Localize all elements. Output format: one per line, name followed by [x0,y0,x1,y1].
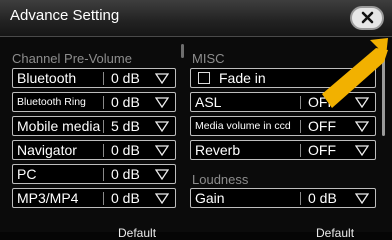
misc-row-media-volume-in-ccd[interactable]: Media volume in ccd OFF [190,116,376,136]
row-value: 0 dB [111,94,140,110]
row-label: Navigator [17,142,77,158]
row-value: 5 dB [111,118,140,134]
row-divider [300,120,301,133]
channel-row-pc[interactable]: PC 0 dB [12,164,176,184]
row-label: Mobile media [17,118,101,134]
close-button[interactable] [350,6,384,30]
channel-row-bluetooth[interactable]: Bluetooth 0 dB [12,68,176,88]
right-default-text[interactable]: Default [316,226,354,240]
row-divider [103,192,104,205]
row-divider [103,120,104,133]
row-label: Reverb [195,142,241,158]
section-misc: MISC [192,51,225,66]
row-label: Bluetooth Ring [17,96,86,108]
misc-row-reverb[interactable]: Reverb OFF [190,140,376,160]
channel-row-mobile-media[interactable]: Mobile media 5 dB [12,116,176,136]
row-divider [300,96,301,109]
fade-in-label: Fade in [219,70,266,86]
dropdown-triangle-icon[interactable] [355,121,369,132]
row-divider [300,192,301,205]
row-label: ASL [195,94,222,110]
row-divider [103,96,104,109]
row-label: MP3/MP4 [17,190,79,206]
row-value: 0 dB [111,142,140,158]
row-divider [300,144,301,157]
row-value: 0 dB [111,190,140,206]
channel-pre-volume-panel: Channel Pre-Volume Bluetooth 0 dB Blueto… [0,38,184,234]
row-divider [103,144,104,157]
section-channel-pre-volume: Channel Pre-Volume [12,51,132,66]
row-label: Bluetooth [17,70,77,86]
dropdown-triangle-icon[interactable] [355,193,369,204]
row-value: OFF [308,118,336,134]
dropdown-triangle-icon[interactable] [155,121,169,132]
close-icon [361,11,374,24]
annotation-arrow-icon [322,38,388,108]
dropdown-triangle-icon[interactable] [155,145,169,156]
left-scrollbar[interactable] [181,44,184,58]
dropdown-triangle-icon[interactable] [155,193,169,204]
section-loudness: Loudness [192,172,249,187]
left-default-text[interactable]: Default [118,226,156,240]
dropdown-triangle-icon[interactable] [155,73,169,84]
row-label: PC [17,166,37,182]
channel-row-mp3-mp4[interactable]: MP3/MP4 0 dB [12,188,176,208]
channel-row-bluetooth-ring[interactable]: Bluetooth Ring 0 dB [12,92,176,112]
row-value: 0 dB [111,70,140,86]
page-title: Advance Setting [10,7,120,24]
row-label: Media volume in ccd [195,120,291,132]
dropdown-triangle-icon[interactable] [355,145,369,156]
row-value: OFF [308,142,336,158]
title-bar: Advance Setting [0,0,392,37]
dropdown-triangle-icon[interactable] [155,97,169,108]
row-divider [103,72,104,85]
row-value: 0 dB [308,190,337,206]
row-label: Gain [195,190,225,206]
channel-row-navigator[interactable]: Navigator 0 dB [12,140,176,160]
row-value: 0 dB [111,166,140,182]
dropdown-triangle-icon[interactable] [155,169,169,180]
loudness-row-gain[interactable]: Gain 0 dB [190,188,376,208]
fade-in-checkbox[interactable] [198,72,210,84]
row-divider [103,168,104,181]
